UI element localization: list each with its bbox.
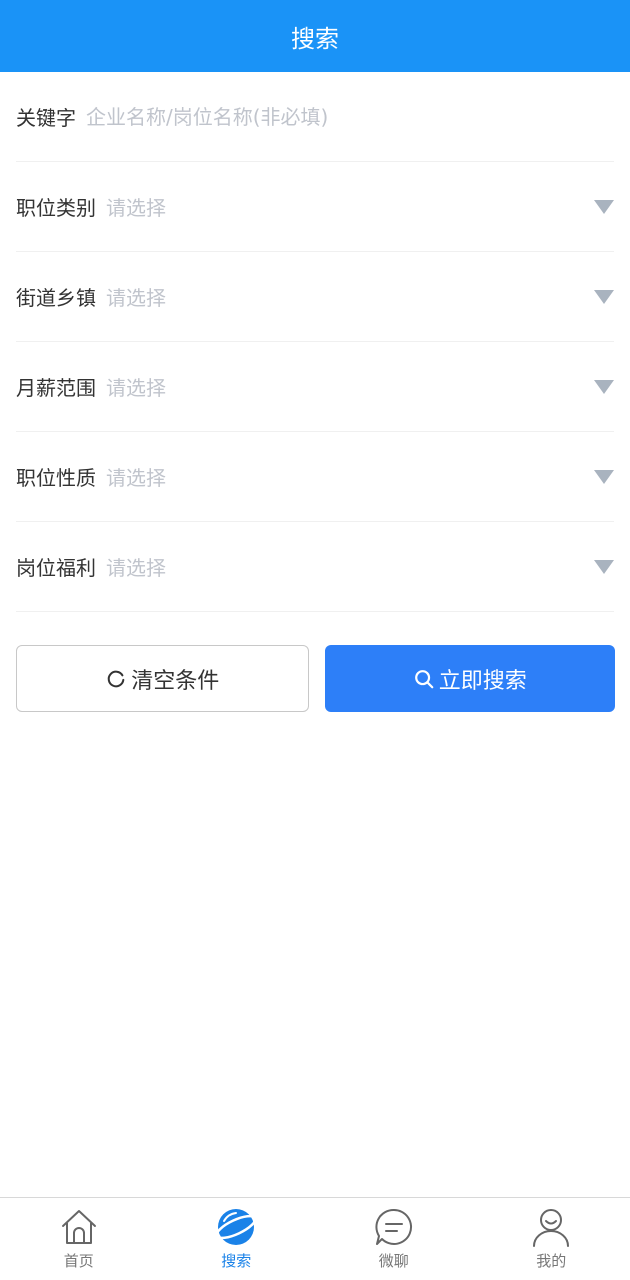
search-now-label: 立即搜索 [438, 668, 527, 694]
job-category-label: 职位类别 [16, 196, 96, 220]
action-buttons: 清空条件 立即搜索 [0, 612, 630, 712]
salary-range-select[interactable]: 月薪范围 请选择 [16, 342, 614, 432]
job-nature-label: 职位性质 [16, 466, 96, 490]
street-town-label: 街道乡镇 [16, 286, 96, 310]
tab-home[interactable]: 首页 [0, 1198, 158, 1280]
dropdown-arrow-icon [594, 199, 614, 214]
tab-profile-label: 我的 [536, 1252, 567, 1270]
search-page: 搜索 关键字 职位类别 请选择 街道乡镇 请选择 月薪范围 请选择 职位性质 请… [0, 0, 630, 1280]
home-icon [58, 1206, 100, 1248]
salary-range-label: 月薪范围 [16, 376, 96, 400]
keyword-row: 关键字 [16, 72, 614, 162]
job-benefits-select[interactable]: 岗位福利 请选择 [16, 522, 614, 612]
search-icon [414, 669, 434, 688]
tab-profile[interactable]: 我的 [473, 1198, 630, 1280]
refresh-icon [107, 670, 125, 687]
dropdown-arrow-icon [594, 379, 614, 394]
search-now-button[interactable]: 立即搜索 [324, 645, 615, 712]
street-town-select[interactable]: 街道乡镇 请选择 [16, 252, 614, 342]
tab-chat[interactable]: 微聊 [315, 1198, 473, 1280]
salary-range-value: 请选择 [106, 376, 166, 400]
planet-icon [215, 1206, 257, 1248]
dropdown-arrow-icon [594, 289, 614, 304]
job-category-value: 请选择 [106, 196, 166, 220]
job-benefits-value: 请选择 [106, 556, 166, 580]
tab-chat-label: 微聊 [378, 1252, 409, 1270]
job-category-select[interactable]: 职位类别 请选择 [16, 162, 614, 252]
keyword-input[interactable] [86, 104, 614, 129]
keyword-label: 关键字 [16, 106, 76, 130]
tab-search[interactable]: 搜索 [158, 1198, 316, 1280]
street-town-value: 请选择 [106, 286, 166, 310]
clear-conditions-label: 清空条件 [131, 668, 220, 694]
job-nature-select[interactable]: 职位性质 请选择 [16, 432, 614, 522]
bottom-tab-bar: 首页 搜索 微聊 我的 [0, 1197, 630, 1280]
chat-icon [373, 1206, 415, 1248]
tab-search-label: 搜索 [221, 1252, 252, 1270]
tab-home-label: 首页 [63, 1252, 94, 1270]
header-bar: 搜索 [0, 0, 630, 72]
page-title: 搜索 [291, 24, 339, 53]
search-form: 关键字 职位类别 请选择 街道乡镇 请选择 月薪范围 请选择 职位性质 请选择 … [0, 72, 630, 612]
job-nature-value: 请选择 [106, 466, 166, 490]
clear-conditions-button[interactable]: 清空条件 [16, 645, 309, 712]
dropdown-arrow-icon [594, 469, 614, 484]
user-icon [530, 1206, 572, 1248]
dropdown-arrow-icon [594, 559, 614, 574]
job-benefits-label: 岗位福利 [16, 556, 96, 580]
